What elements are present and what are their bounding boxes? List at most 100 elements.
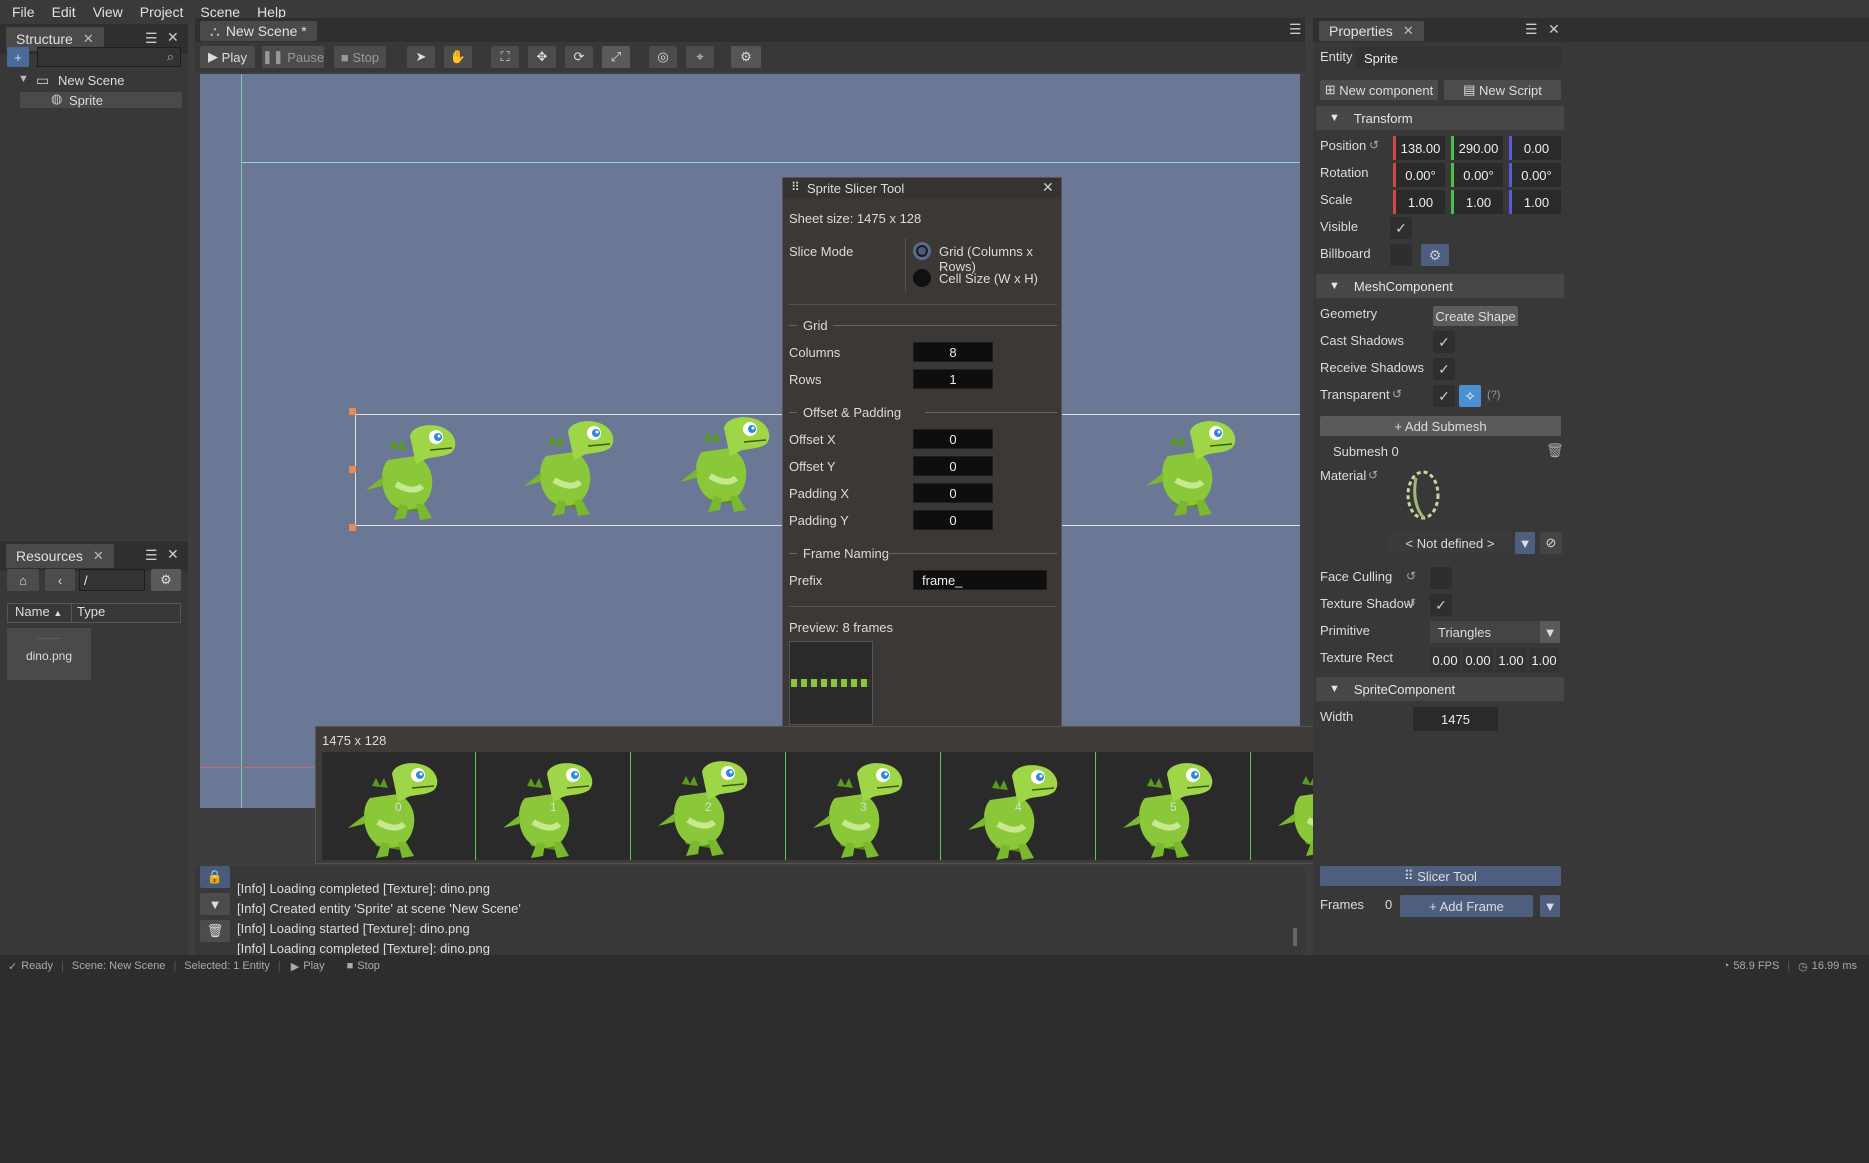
radio-cell-label[interactable]: Cell Size (W x H) [939,271,1038,286]
filter-button[interactable]: ▼ [200,893,230,915]
texture-rect-h[interactable]: 1.00 [1529,648,1559,672]
close-icon[interactable]: ✕ [93,548,104,564]
position-x[interactable]: 138.00 [1393,136,1445,160]
primitive-dropdown-button[interactable]: ▼ [1540,621,1560,643]
padding-x-input[interactable]: 0 [913,483,993,503]
new-script-button[interactable]: ▤ New Script [1444,80,1561,100]
offset-y-input[interactable]: 0 [913,456,993,476]
columns-input[interactable]: 8 [913,342,993,362]
frame-cell[interactable]: 5 [1097,752,1251,860]
hand-tool-button[interactable]: ✋ [444,46,472,68]
scale-z[interactable]: 1.00 [1509,190,1561,214]
help-icon[interactable]: (?) [1487,389,1500,401]
position-y[interactable]: 290.00 [1451,136,1503,160]
menu-view[interactable]: View [93,4,123,20]
play-button[interactable]: ▶ Play [200,46,255,68]
resize-handle[interactable] [349,466,356,473]
scale-tool-button[interactable]: ⤢ [602,46,630,68]
primitive-select[interactable]: Triangles [1430,621,1544,643]
menu-project[interactable]: Project [140,4,184,20]
create-shape-button[interactable]: Create Shape [1433,306,1518,326]
transform-header[interactable]: ▼ Transform [1316,106,1564,130]
rotate-tool-button[interactable]: ⟳ [565,46,593,68]
rotation-y[interactable]: 0.00° [1451,163,1503,187]
close-icon[interactable]: ✕ [83,31,94,47]
sprite-component-header[interactable]: ▼ SpriteComponent [1316,677,1564,701]
resources-settings-button[interactable]: ⚙ [151,569,181,591]
add-submesh-button[interactable]: + Add Submesh [1320,416,1561,436]
tab-new-scene[interactable]: ⛬ New Scene * [200,21,317,41]
mesh-header[interactable]: ▼ MeshComponent [1316,274,1564,298]
billboard-settings-button[interactable]: ⚙ [1421,244,1449,266]
new-component-button[interactable]: ⊞ New component [1320,80,1438,100]
unlink-button[interactable]: ⊘ [1540,532,1562,554]
face-culling-checkbox[interactable] [1430,567,1452,589]
pivot-button[interactable]: ⌖ [686,46,714,68]
clear-button[interactable]: 🗑 [200,920,230,942]
reset-icon[interactable]: ↺ [1406,596,1416,610]
home-button[interactable]: ⌂ [7,569,39,591]
prefix-input[interactable]: frame_ [913,570,1047,590]
reset-icon[interactable]: ↺ [1369,138,1379,152]
frame-cell[interactable]: 2 [632,752,786,860]
scene-settings-button[interactable]: ⚙ [731,46,761,68]
panel-menu-icon[interactable]: ☰ [1525,21,1538,38]
tab-resources[interactable]: Resources ✕ [6,544,114,568]
frame-cell[interactable]: 3 [787,752,941,860]
add-frame-button[interactable]: + Add Frame [1400,895,1533,917]
texture-shadow-checkbox[interactable]: ✓ [1430,594,1452,616]
move-tool-button[interactable]: ✥ [528,46,556,68]
material-dropdown-button[interactable]: ▼ [1515,532,1535,554]
status-stop[interactable]: Stop [357,960,380,972]
back-button[interactable]: ‹ [45,569,75,591]
slicer-tool-button[interactable]: ⠿ Slicer Tool [1320,866,1561,886]
frame-cell[interactable]: 0 [322,752,476,860]
resize-handle[interactable] [349,524,356,531]
frame-cell[interactable]: 1 [477,752,631,860]
reset-icon[interactable]: ↺ [1392,387,1402,401]
billboard-checkbox[interactable] [1390,244,1412,266]
rows-input[interactable]: 1 [913,369,993,389]
material-select[interactable]: < Not defined > [1388,532,1512,554]
add-entity-button[interactable]: + [7,47,29,67]
pause-button[interactable]: ❚❚ Pause [262,46,324,68]
magic-wand-button[interactable]: ✧ [1459,385,1481,407]
width-input[interactable]: 1475 [1413,707,1498,731]
reset-icon[interactable]: ↺ [1406,569,1416,583]
visible-checkbox[interactable]: ✓ [1390,217,1412,239]
padding-y-input[interactable]: 0 [913,510,993,530]
offset-x-input[interactable]: 0 [913,429,993,449]
panel-menu-icon[interactable]: ☰ [1289,21,1302,38]
structure-search-input[interactable]: ⌕ [37,47,181,67]
tree-item-new-scene[interactable]: New Scene [58,73,124,88]
resource-item[interactable]: ········· dino.png [7,628,91,680]
path-input[interactable]: / [79,569,145,591]
rotation-x[interactable]: 0.00° [1393,163,1445,187]
entity-name-input[interactable]: Sprite [1356,47,1561,69]
close-icon[interactable]: ✕ [1042,179,1054,196]
texture-rect-y[interactable]: 0.00 [1463,648,1493,672]
reset-icon[interactable]: ↺ [1368,468,1378,482]
close-icon[interactable]: ✕ [167,546,179,563]
panel-menu-icon[interactable]: ☰ [145,30,158,47]
scale-y[interactable]: 1.00 [1451,190,1503,214]
col-name[interactable]: Name ▲ [8,604,72,622]
scale-x[interactable]: 1.00 [1393,190,1445,214]
radio-grid-label[interactable]: Grid (Columns x Rows) [939,244,1061,274]
radio-grid[interactable] [913,242,931,260]
texture-rect-w[interactable]: 1.00 [1496,648,1526,672]
stop-button[interactable]: ■ Stop [334,46,386,68]
rect-tool-button[interactable]: ⛶ [491,46,519,68]
trash-icon[interactable]: 🗑 [1546,442,1564,459]
global-button[interactable]: ◎ [649,46,677,68]
texture-rect-x[interactable]: 0.00 [1430,648,1460,672]
resize-handle[interactable] [349,408,356,415]
tab-properties[interactable]: Properties ✕ [1319,21,1424,41]
rotation-z[interactable]: 0.00° [1509,163,1561,187]
position-z[interactable]: 0.00 [1509,136,1561,160]
radio-cell-size[interactable] [913,269,931,287]
close-icon[interactable]: ✕ [1548,21,1560,38]
scene-viewport[interactable] [200,74,1300,808]
chevron-down-icon[interactable]: ▼ [18,73,29,85]
transparent-checkbox[interactable]: ✓ [1433,385,1455,407]
